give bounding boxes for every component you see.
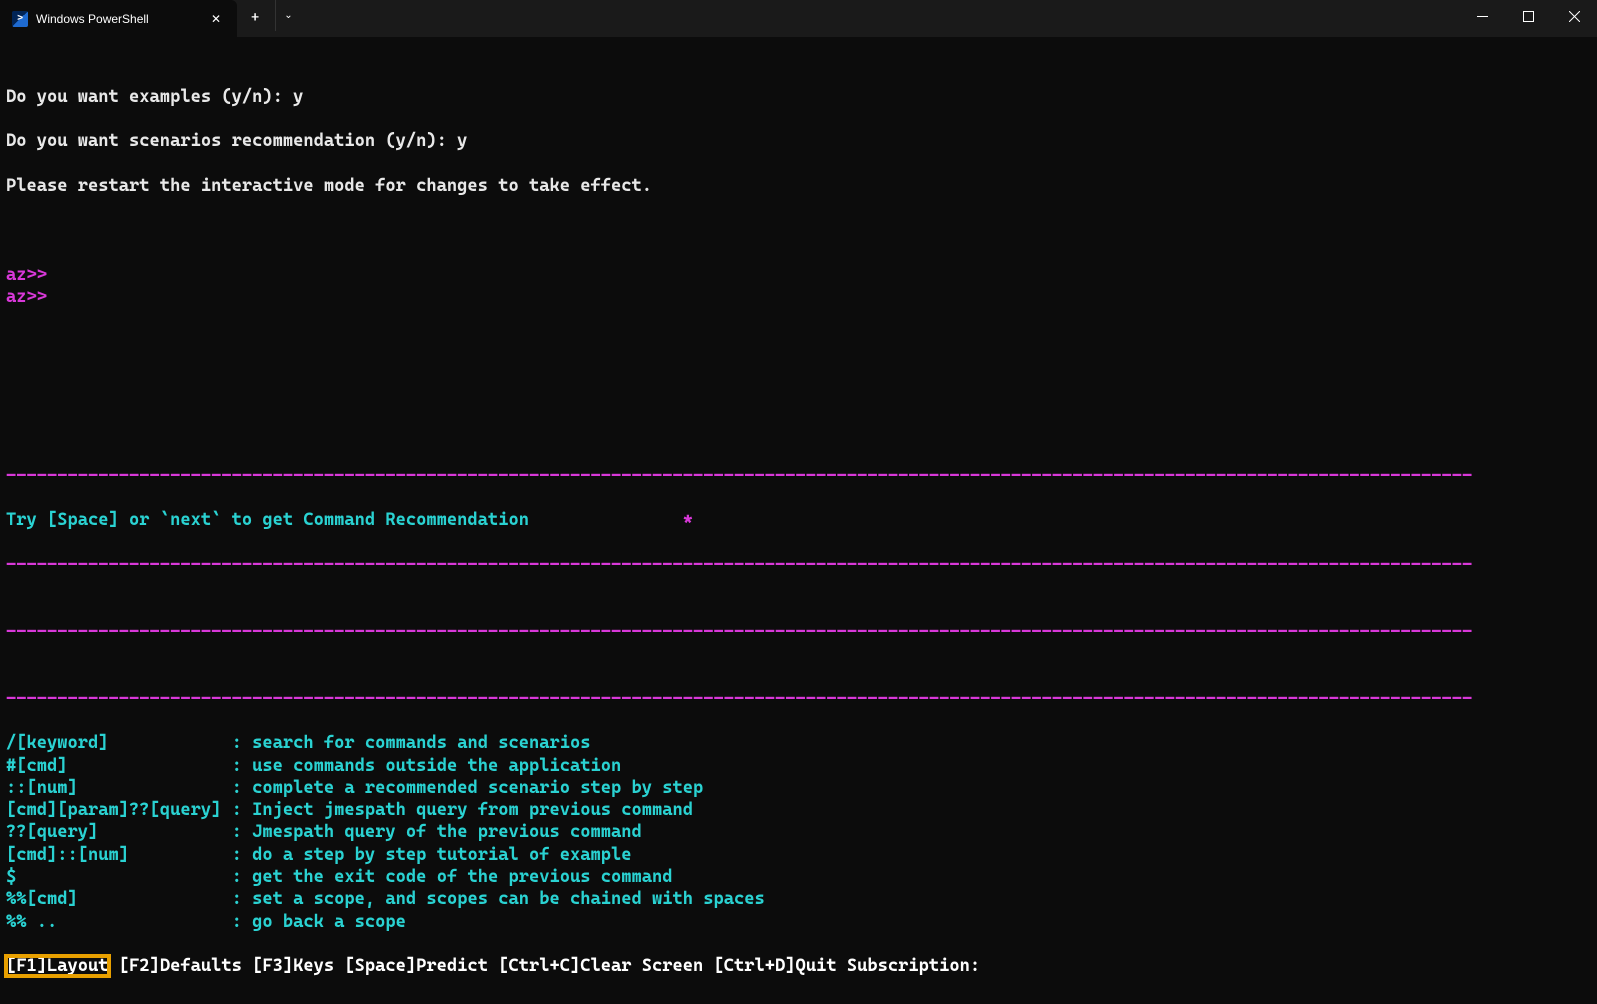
- bottom-bar: [F1]Layout [F2]Defaults [F3]Keys [Space]…: [6, 955, 1591, 977]
- close-window-button[interactable]: [1551, 0, 1597, 32]
- prompt: az>>: [6, 287, 47, 307]
- minimize-button[interactable]: [1459, 0, 1505, 32]
- powershell-icon: >: [12, 11, 28, 27]
- output-line: Do you want examples (y/n): y Do you wan…: [6, 63, 1591, 197]
- prompt: az>>: [6, 265, 47, 285]
- divider: ----------------------------------------…: [6, 688, 1591, 710]
- tab-title: Windows PowerShell: [36, 12, 205, 26]
- recommendation-line: Try [Space] or `next` to get Command Rec…: [6, 509, 1591, 531]
- close-tab-button[interactable]: ✕: [205, 10, 227, 28]
- terminal-output[interactable]: Do you want examples (y/n): y Do you wan…: [0, 37, 1597, 1004]
- divider: ----------------------------------------…: [6, 554, 1591, 576]
- f1-layout-button[interactable]: [F1]Layout: [6, 956, 109, 976]
- maximize-button[interactable]: [1505, 0, 1551, 32]
- titlebar: > Windows PowerShell ✕ + ⌄: [0, 0, 1597, 37]
- tab-dropdown-button[interactable]: ⌄: [275, 0, 300, 31]
- tab-powershell[interactable]: > Windows PowerShell ✕: [0, 0, 237, 37]
- divider: ----------------------------------------…: [6, 465, 1591, 487]
- help-table: /[keyword] : search for commands and sce…: [6, 732, 1591, 933]
- new-tab-button[interactable]: +: [237, 0, 273, 36]
- divider: ----------------------------------------…: [6, 621, 1591, 643]
- window-controls: [1459, 0, 1597, 32]
- prompt-area: az>> az>>: [6, 219, 1591, 308]
